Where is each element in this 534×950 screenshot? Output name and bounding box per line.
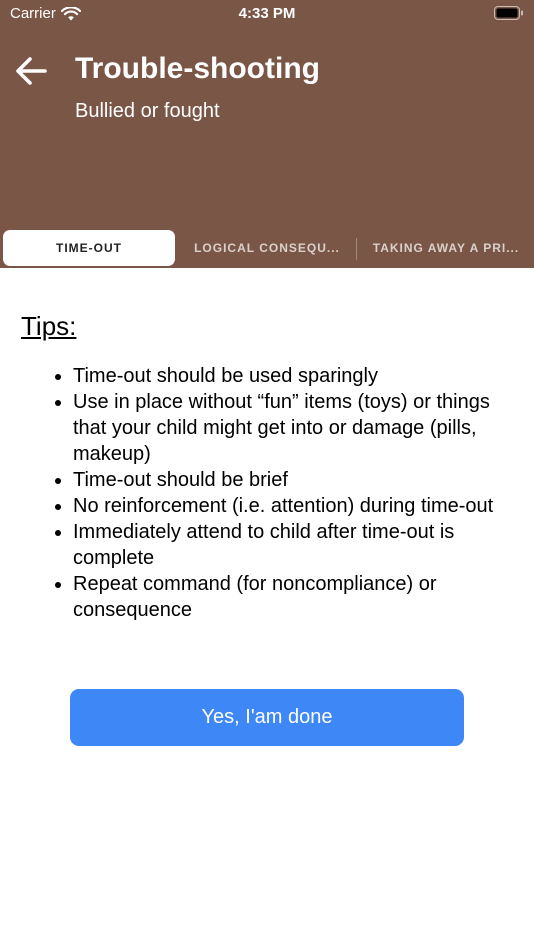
tip-item: Use in place without “fun” items (toys) … [73,389,516,467]
tab-bar: TIME-OUT LOGICAL CONSEQU... TAKING AWAY … [0,228,534,268]
done-button[interactable]: Yes, I'am done [70,689,464,746]
tips-list: Time-out should be used sparingly Use in… [21,363,516,623]
tip-item: Immediately attend to child after time-o… [73,519,516,571]
tip-item: No reinforcement (i.e. attention) during… [73,493,516,519]
tip-item: Time-out should be used sparingly [73,363,516,389]
battery-icon [494,5,524,21]
tab-divider [356,238,357,260]
status-time: 4:33 PM [238,5,296,22]
header: Carrier 4:33 PM Trouble-shooting Bullied… [0,0,534,268]
page-subtitle: Bullied or fought [75,100,220,122]
status-bar: Carrier 4:33 PM [0,0,534,28]
back-button[interactable] [12,54,50,92]
arrow-left-icon [14,56,48,91]
tip-item: Repeat command (for noncompliance) or co… [73,571,516,623]
tab-time-out[interactable]: TIME-OUT [3,230,175,266]
tip-item: Time-out should be brief [73,467,516,493]
tab-logical-consequences[interactable]: LOGICAL CONSEQU... [178,230,356,266]
tab-taking-away-a-privilege[interactable]: TAKING AWAY A PRI... [358,230,534,266]
page-title: Trouble-shooting [75,52,320,85]
tips-heading: Tips: [21,311,77,341]
